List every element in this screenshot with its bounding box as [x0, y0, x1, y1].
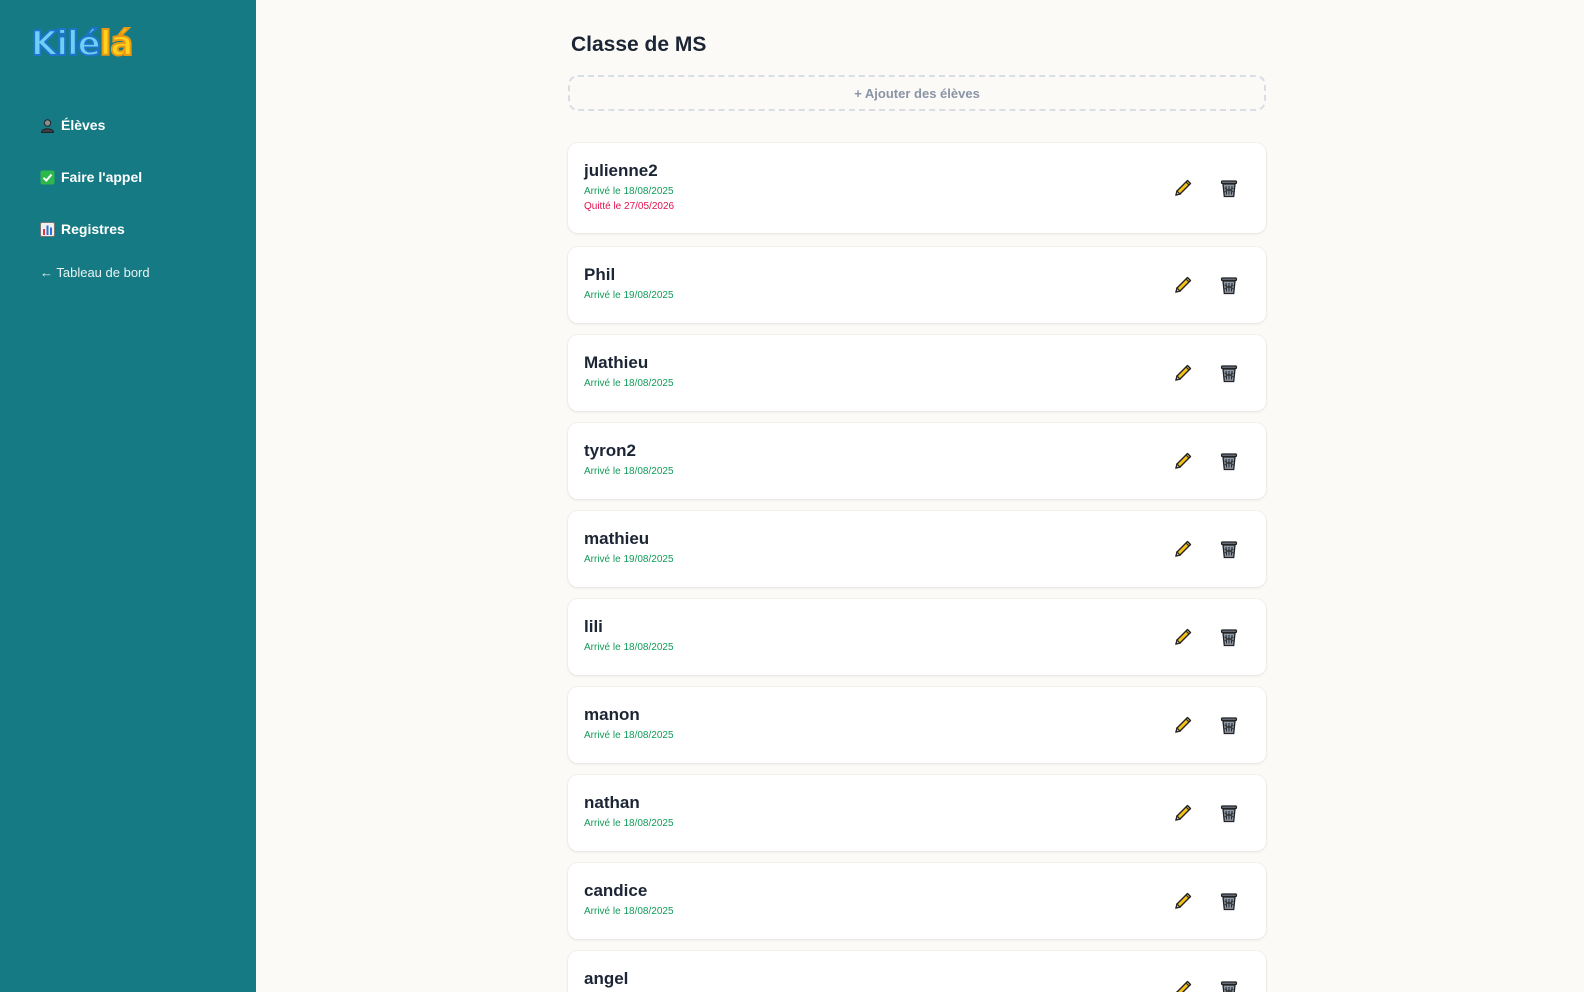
card-actions: [1172, 978, 1240, 992]
card-actions: [1172, 450, 1240, 472]
add-students-button[interactable]: + Ajouter des élèves: [568, 75, 1266, 111]
back-to-dashboard-link[interactable]: ← Tableau de bord: [40, 265, 150, 280]
student-name: mathieu: [584, 529, 650, 548]
sidebar-item-label: Registres: [61, 221, 125, 237]
edit-pencil-icon[interactable]: [1172, 978, 1194, 992]
student-card: julienne2 Arrivé le 18/08/2025 Quitté le…: [568, 143, 1266, 233]
student-name: manon: [584, 705, 640, 724]
arrival-date: Arrivé le 19/08/2025: [584, 554, 674, 565]
edit-pencil-icon[interactable]: [1172, 274, 1194, 296]
edit-pencil-icon[interactable]: [1172, 714, 1194, 736]
edit-pencil-icon[interactable]: [1172, 538, 1194, 560]
departure-date: Quitté le 27/05/2026: [584, 201, 675, 212]
edit-pencil-icon[interactable]: [1172, 450, 1194, 472]
student-name: lili: [584, 617, 603, 636]
student-name: angel: [584, 969, 629, 988]
arrival-date: Arrivé le 18/08/2025: [584, 730, 674, 741]
main-content: Classe de MS + Ajouter des élèves julien…: [256, 0, 1584, 992]
trash-icon[interactable]: [1218, 362, 1240, 384]
trash-icon[interactable]: [1218, 538, 1240, 560]
arrival-date: Arrivé le 18/08/2025: [584, 906, 674, 917]
edit-pencil-icon[interactable]: [1172, 177, 1194, 199]
student-name: Mathieu: [584, 353, 649, 372]
student-card: tyron2 Arrivé le 18/08/2025: [568, 423, 1266, 499]
student-card: Mathieu Arrivé le 18/08/2025: [568, 335, 1266, 411]
card-actions: [1172, 177, 1240, 199]
arrival-date: Arrivé le 18/08/2025: [584, 642, 674, 653]
student-icon: [40, 118, 55, 133]
student-list: julienne2 Arrivé le 18/08/2025 Quitté le…: [568, 143, 1266, 992]
student-card: manon Arrivé le 18/08/2025: [568, 687, 1266, 763]
app-logo[interactable]: Kilélá: [30, 23, 135, 65]
edit-pencil-icon[interactable]: [1172, 626, 1194, 648]
sidebar-nav: Élèves Faire l'appel Registres ← Tableau…: [40, 113, 150, 280]
trash-icon[interactable]: [1218, 802, 1240, 824]
edit-pencil-icon[interactable]: [1172, 890, 1194, 912]
trash-icon[interactable]: [1218, 978, 1240, 992]
check-box-icon: [40, 170, 55, 185]
student-name: tyron2: [584, 441, 636, 460]
edit-pencil-icon[interactable]: [1172, 802, 1194, 824]
student-card: mathieu Arrivé le 19/08/2025: [568, 511, 1266, 587]
card-actions: [1172, 362, 1240, 384]
arrival-date: Arrivé le 19/08/2025: [584, 290, 674, 301]
arrival-date: Arrivé le 18/08/2025: [584, 466, 674, 477]
arrival-date: Arrivé le 18/08/2025: [584, 378, 674, 389]
student-card: nathan Arrivé le 18/08/2025: [568, 775, 1266, 851]
sidebar-item-eleves[interactable]: Élèves: [40, 113, 150, 137]
sidebar-item-label: Faire l'appel: [61, 169, 143, 185]
trash-icon[interactable]: [1218, 450, 1240, 472]
logo-main: Kilé: [30, 23, 102, 65]
page-title: Classe de MS: [571, 33, 707, 56]
student-card: lili Arrivé le 18/08/2025: [568, 599, 1266, 675]
card-actions: [1172, 538, 1240, 560]
arrival-date: Arrivé le 18/08/2025: [584, 818, 674, 829]
student-card: candice Arrivé le 18/08/2025: [568, 863, 1266, 939]
trash-icon[interactable]: [1218, 714, 1240, 736]
bar-chart-icon: [40, 221, 55, 237]
card-actions: [1172, 274, 1240, 296]
student-name: candice: [584, 881, 648, 900]
card-actions: [1172, 714, 1240, 736]
student-name: nathan: [584, 793, 640, 812]
trash-icon[interactable]: [1218, 890, 1240, 912]
student-card: angel: [568, 951, 1266, 992]
card-actions: [1172, 890, 1240, 912]
edit-pencil-icon[interactable]: [1172, 362, 1194, 384]
card-actions: [1172, 802, 1240, 824]
arrival-date: Arrivé le 18/08/2025: [584, 186, 674, 197]
trash-icon[interactable]: [1218, 177, 1240, 199]
student-card: Phil Arrivé le 19/08/2025: [568, 247, 1266, 323]
trash-icon[interactable]: [1218, 274, 1240, 296]
logo-accent: lá: [99, 23, 135, 65]
card-actions: [1172, 626, 1240, 648]
trash-icon[interactable]: [1218, 626, 1240, 648]
sidebar: Kilélá Élèves Faire l'appel Registres ← …: [0, 0, 256, 992]
student-name: Phil: [584, 265, 616, 284]
student-name: julienne2: [584, 161, 658, 180]
sidebar-item-registres[interactable]: Registres: [40, 217, 150, 241]
sidebar-item-label: Élèves: [61, 117, 106, 133]
sidebar-item-faire-appel[interactable]: Faire l'appel: [40, 165, 150, 189]
